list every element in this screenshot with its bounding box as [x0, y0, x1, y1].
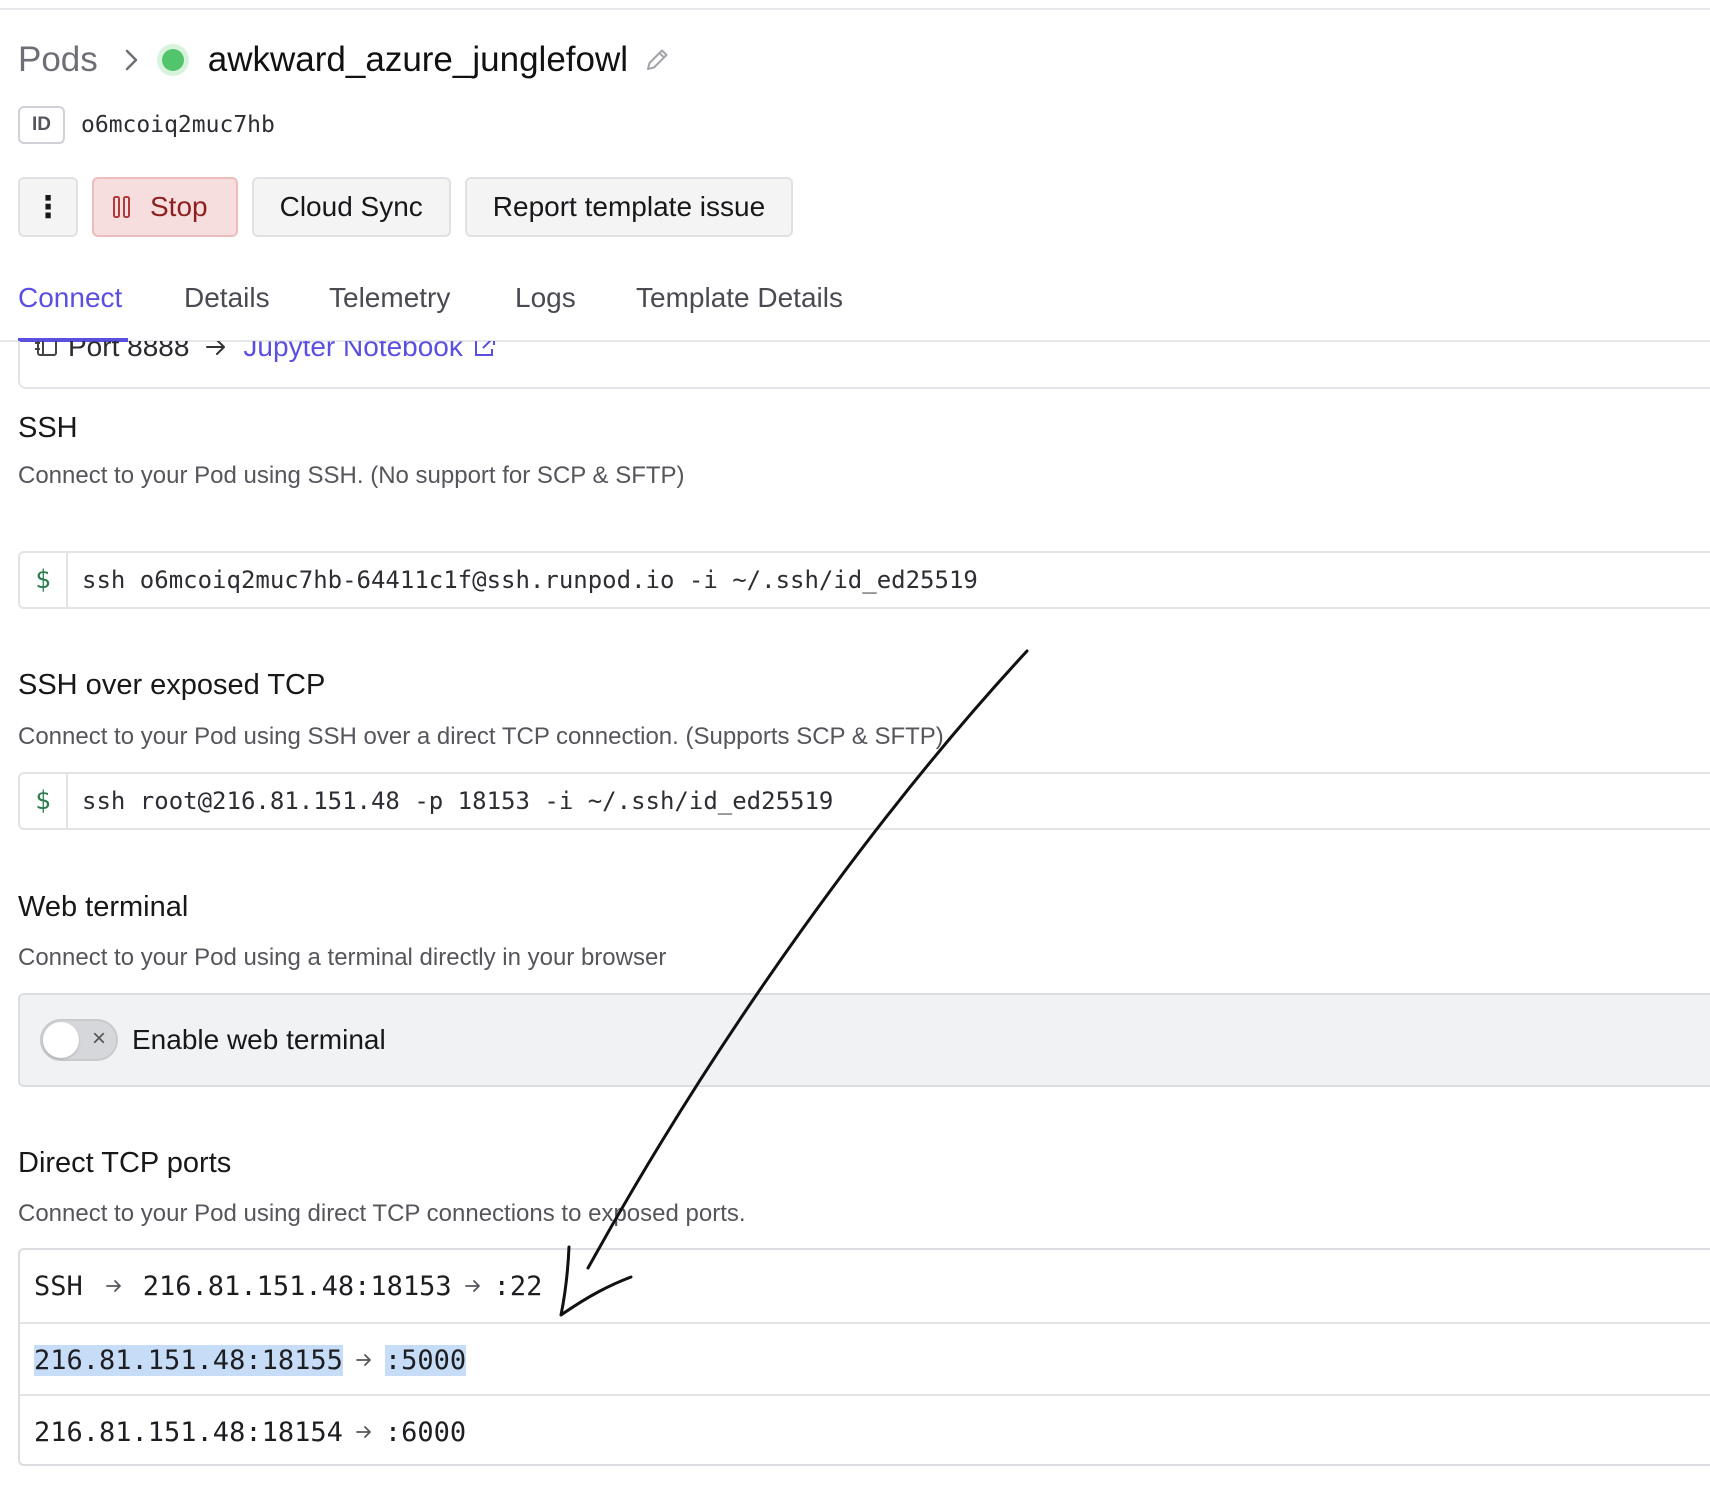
tab-details[interactable]: Details	[184, 282, 270, 314]
chevron-right-icon	[124, 48, 140, 72]
external-link-icon[interactable]	[471, 341, 497, 360]
stop-label: Stop	[150, 191, 208, 222]
shell-prompt-symbol: $	[20, 774, 68, 828]
tab-connect[interactable]: Connect	[18, 282, 122, 314]
tcp-port-ip[interactable]: 216.81.151.48:	[34, 1344, 262, 1376]
tcp-port-external[interactable]: 18154	[262, 1417, 343, 1448]
ssh-tcp-section-title: SSH over exposed TCP	[18, 669, 326, 701]
pause-icon	[112, 195, 132, 219]
tcp-port-ip[interactable]: 216.81.151.48:	[143, 1271, 371, 1302]
ssh-tcp-command-box[interactable]: $ ssh root@216.81.151.48 -p 18153 -i ~/.…	[18, 772, 1710, 830]
shell-prompt-symbol: $	[20, 553, 68, 607]
more-options-button[interactable]: ⋮	[18, 177, 78, 237]
tcp-port-internal: :6000	[384, 1416, 467, 1448]
pod-id-value[interactable]: o6mcoiq2muc7hb	[81, 112, 275, 138]
tab-template-details[interactable]: Template Details	[636, 282, 843, 314]
close-x-icon: ×	[91, 1025, 106, 1052]
breadcrumb: Pods awkward_azure_junglefowl	[18, 28, 670, 92]
ssh-section-description: Connect to your Pod using SSH. (No suppo…	[18, 462, 685, 489]
tcp-port-ip[interactable]: 216.81.151.48:	[34, 1417, 262, 1448]
pencil-icon[interactable]	[644, 47, 670, 73]
pod-id-row: ID o6mcoiq2muc7hb	[18, 106, 275, 144]
tcp-port-row: 216.81.151.48: 18155 :5000	[20, 1322, 1710, 1396]
id-badge: ID	[18, 106, 65, 144]
http-ports-card: Port 8888 Jupyter Notebook	[18, 341, 1710, 389]
arrow-right-icon	[205, 341, 227, 357]
tcp-port-internal: :5000	[384, 1344, 467, 1376]
ssh-tcp-section-description: Connect to your Pod using SSH over a dir…	[18, 723, 944, 750]
more-vertical-icon: ⋮	[33, 190, 63, 224]
cloud-sync-button[interactable]: Cloud Sync	[251, 177, 451, 237]
ssh-command-box[interactable]: $ ssh o6mcoiq2muc7hb-64411c1f@ssh.runpod…	[18, 551, 1710, 609]
stop-button[interactable]: Stop	[92, 177, 238, 237]
breadcrumb-pods-link[interactable]: Pods	[18, 40, 98, 80]
top-divider	[0, 8, 1710, 10]
web-terminal-section-title: Web terminal	[18, 891, 189, 923]
ssh-section-title: SSH	[18, 412, 78, 444]
notebook-icon	[34, 341, 60, 364]
pod-name-title: awkward_azure_junglefowl	[207, 40, 629, 79]
action-bar: ⋮ Stop Cloud Sync Report template issue	[18, 177, 807, 237]
arrow-right-icon	[464, 1277, 482, 1295]
tcp-port-row: SSH 216.81.151.48: 18153 :22	[20, 1250, 1710, 1322]
toggle-knob	[43, 1022, 79, 1058]
status-running-dot	[161, 49, 184, 71]
http-port-label: Port 8888	[68, 341, 190, 362]
tcp-port-internal: :22	[493, 1270, 543, 1302]
tab-telemetry[interactable]: Telemetry	[329, 282, 450, 314]
web-terminal-toggle-label: Enable web terminal	[132, 1024, 386, 1055]
tcp-ports-section-title: Direct TCP ports	[18, 1147, 232, 1179]
web-terminal-panel: × Enable web terminal	[18, 993, 1710, 1087]
tab-logs[interactable]: Logs	[515, 282, 576, 314]
tcp-ports-list: SSH 216.81.151.48: 18153 :22 216.81.151.4…	[18, 1248, 1710, 1466]
tcp-port-service-name: SSH	[34, 1270, 83, 1302]
arrow-right-icon	[105, 1277, 123, 1295]
web-terminal-section-description: Connect to your Pod using a terminal dir…	[18, 944, 667, 971]
report-template-issue-button[interactable]: Report template issue	[464, 177, 794, 237]
tcp-ports-section-description: Connect to your Pod using direct TCP con…	[18, 1200, 746, 1227]
arrow-right-icon	[355, 1351, 373, 1369]
arrow-right-icon	[355, 1423, 373, 1441]
web-terminal-toggle[interactable]: ×	[40, 1019, 118, 1061]
jupyter-notebook-link[interactable]: Jupyter Notebook	[243, 341, 462, 363]
tab-bar: Connect Details Telemetry Logs Template …	[0, 270, 1710, 342]
ssh-command-text[interactable]: ssh o6mcoiq2muc7hb-64411c1f@ssh.runpod.i…	[82, 566, 978, 594]
tcp-port-external[interactable]: 18155	[261, 1344, 343, 1376]
http-port-row: Port 8888 Jupyter Notebook	[34, 341, 497, 364]
tcp-port-external[interactable]: 18153	[370, 1271, 451, 1302]
tcp-port-row: 216.81.151.48: 18154 :6000	[20, 1394, 1710, 1468]
ssh-tcp-command-text[interactable]: ssh root@216.81.151.48 -p 18153 -i ~/.ss…	[82, 787, 833, 815]
